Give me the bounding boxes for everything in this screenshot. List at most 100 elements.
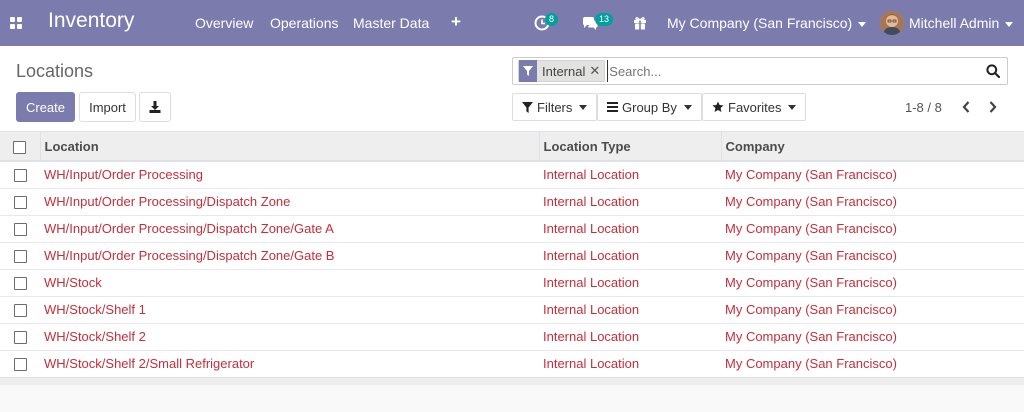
cell-company[interactable]: My Company (San Francisco) <box>721 241 1024 269</box>
column-header-location[interactable]: Location <box>39 132 539 162</box>
table-row[interactable]: WH/Input/Order Processing/Dispatch Zone/… <box>0 214 1024 242</box>
cell-location-type[interactable]: Internal Location <box>539 349 721 377</box>
favorites-label: Favorites <box>728 99 782 115</box>
activity-clock-icon[interactable]: 8 <box>534 13 559 33</box>
close-icon[interactable]: ✕ <box>589 63 604 79</box>
row-select-cell <box>0 268 40 296</box>
cell-location[interactable]: WH/Input/Order Processing/Dispatch Zone <box>40 187 539 215</box>
chat-icon[interactable]: 13 <box>581 13 614 33</box>
cell-location-type[interactable]: Internal Location <box>539 187 721 215</box>
menu-overview[interactable]: Overview <box>195 15 253 31</box>
star-icon <box>712 101 724 112</box>
table-header-row: Location Location Type Company <box>0 132 1024 162</box>
table-row[interactable]: WH/Input/Order Processing/Dispatch Zone I… <box>0 187 1024 215</box>
page-title: Locations <box>16 61 94 81</box>
search-facet: Internal ✕ <box>518 60 606 82</box>
cell-location[interactable]: WH/Stock <box>40 268 539 296</box>
cell-location[interactable]: WH/Stock/Shelf 1 <box>40 295 539 323</box>
favorites-dropdown[interactable]: Favorites <box>702 93 807 121</box>
table-row[interactable]: WH/Input/Order Processing/Dispatch Zone/… <box>0 241 1024 269</box>
row-checkbox[interactable] <box>13 223 27 237</box>
company-switcher[interactable]: My Company (San Francisco) <box>667 15 867 31</box>
filters-dropdown[interactable]: Filters <box>512 93 598 121</box>
gift-icon[interactable] <box>633 13 653 33</box>
cell-location-type[interactable]: Internal Location <box>539 214 721 242</box>
table-row[interactable]: WH/Input/Order Processing Internal Locati… <box>0 160 1024 188</box>
chevron-right-icon[interactable] <box>985 98 1001 116</box>
filter-funnel-icon <box>519 60 537 82</box>
cell-location-type[interactable]: Internal Location <box>539 160 721 188</box>
facet-label: Internal <box>542 63 586 79</box>
cell-location[interactable]: WH/Stock/Shelf 2 <box>40 322 539 350</box>
cell-company[interactable]: My Company (San Francisco) <box>721 187 1024 215</box>
download-button[interactable] <box>139 92 171 122</box>
cell-location-type[interactable]: Internal Location <box>539 268 721 296</box>
create-button[interactable]: Create <box>16 92 75 122</box>
row-select-cell <box>0 322 40 350</box>
filters-label: Filters <box>537 99 573 115</box>
group-by-label: Group By <box>622 99 677 115</box>
row-select-cell <box>0 160 40 188</box>
cell-company[interactable]: My Company (San Francisco) <box>721 295 1024 323</box>
apps-grid-icon[interactable] <box>10 17 23 29</box>
row-checkbox[interactable] <box>13 358 27 372</box>
search-bar[interactable]: Internal ✕ <box>512 57 1008 85</box>
cell-location[interactable]: WH/Input/Order Processing/Dispatch Zone/… <box>40 214 539 242</box>
cell-company[interactable]: My Company (San Francisco) <box>721 349 1024 377</box>
control-panel: Locations Internal ✕ Create Import Filte… <box>0 46 1024 132</box>
cell-location[interactable]: WH/Input/Order Processing <box>40 160 539 188</box>
select-all-cell <box>0 132 40 162</box>
row-checkbox[interactable] <box>13 331 27 345</box>
row-checkbox[interactable] <box>13 250 27 264</box>
table-row[interactable]: WH/Stock/Shelf 2 Internal Location My Comp… <box>0 322 1024 350</box>
column-header-company[interactable]: Company <box>720 132 1024 162</box>
group-by-dropdown[interactable]: Group By <box>597 93 702 121</box>
import-button[interactable]: Import <box>79 92 136 122</box>
row-checkbox[interactable] <box>13 169 27 183</box>
search-icon[interactable] <box>986 64 1001 81</box>
filter-funnel-icon <box>522 101 533 113</box>
plus-icon[interactable]: + <box>451 13 461 30</box>
search-input[interactable] <box>607 60 968 82</box>
app-name[interactable]: Inventory <box>48 9 134 33</box>
table-row[interactable]: WH/Stock Internal Location My Company (San… <box>0 268 1024 296</box>
user-name: Mitchell Admin <box>909 15 1000 31</box>
chevron-down-icon <box>579 104 588 110</box>
select-all-checkbox[interactable] <box>13 140 27 154</box>
user-menu[interactable]: Mitchell Admin <box>909 15 1014 31</box>
locations-table: Location Location Type Company WH/Input/… <box>0 132 1024 377</box>
cell-company[interactable]: My Company (San Francisco) <box>721 160 1024 188</box>
pager-value[interactable]: 1-8 / 8 <box>905 100 942 115</box>
menu-master-data[interactable]: Master Data <box>353 15 429 31</box>
chevron-down-icon <box>788 104 797 110</box>
row-select-cell <box>0 214 40 242</box>
row-checkbox[interactable] <box>13 304 27 318</box>
cell-company[interactable]: My Company (San Francisco) <box>721 214 1024 242</box>
row-checkbox[interactable] <box>13 196 27 210</box>
company-name: My Company (San Francisco) <box>667 15 853 31</box>
cell-company[interactable]: My Company (San Francisco) <box>721 322 1024 350</box>
locations-list: Location Location Type Company WH/Input/… <box>0 132 1024 385</box>
chevron-down-icon <box>858 21 867 27</box>
column-header-location-type[interactable]: Location Type <box>538 132 721 162</box>
table-row[interactable]: WH/Stock/Shelf 2/Small Refrigerator Inter… <box>0 349 1024 377</box>
table-row[interactable]: WH/Stock/Shelf 1 Internal Location My Comp… <box>0 295 1024 323</box>
avatar[interactable] <box>880 11 904 35</box>
message-count-badge: 13 <box>595 13 614 26</box>
menu-operations[interactable]: Operations <box>270 15 338 31</box>
cell-location[interactable]: WH/Input/Order Processing/Dispatch Zone/… <box>40 241 539 269</box>
list-footer <box>0 377 1024 385</box>
cell-company[interactable]: My Company (San Francisco) <box>721 268 1024 296</box>
cell-location-type[interactable]: Internal Location <box>539 295 721 323</box>
row-select-cell <box>0 349 40 377</box>
cell-location[interactable]: WH/Stock/Shelf 2/Small Refrigerator <box>40 349 539 377</box>
chevron-down-icon <box>683 104 692 110</box>
cell-location-type[interactable]: Internal Location <box>539 322 721 350</box>
row-select-cell <box>0 187 40 215</box>
row-checkbox[interactable] <box>13 277 27 291</box>
chevron-left-icon[interactable] <box>958 98 974 116</box>
download-icon <box>149 101 161 113</box>
row-select-cell <box>0 241 40 269</box>
cell-location-type[interactable]: Internal Location <box>539 241 721 269</box>
bars-icon <box>607 102 618 112</box>
